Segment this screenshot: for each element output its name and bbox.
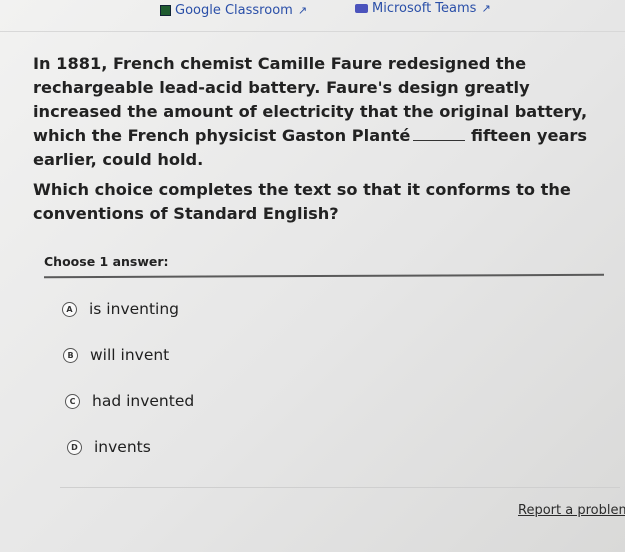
choice-d-letter: D [67, 439, 82, 455]
choice-a[interactable]: A is inventing [62, 300, 179, 318]
top-divider [0, 31, 625, 32]
choice-c-letter: C [65, 393, 80, 409]
choice-a-letter: A [62, 301, 77, 317]
choices-divider [43, 273, 605, 279]
choice-d[interactable]: D invents [67, 438, 151, 456]
bottom-divider [60, 487, 620, 488]
microsoft-teams-label: Microsoft Teams [372, 1, 477, 16]
choice-b-letter: B [63, 347, 78, 363]
top-links-bar: Google Classroom ↗ Microsoft Teams ↗ [0, 0, 625, 26]
choice-a-text: is inventing [89, 300, 180, 318]
google-classroom-icon [160, 5, 171, 16]
question-passage: In 1881, French chemist Camille Faure re… [33, 52, 618, 172]
choice-d-text: invents [94, 438, 151, 456]
answer-blank [413, 129, 466, 141]
google-classroom-label: Google Classroom [175, 3, 293, 18]
external-link-icon: ↗ [481, 2, 491, 15]
choose-label: Choose 1 answer: [44, 254, 169, 269]
report-problem-link[interactable]: Report a problem [518, 503, 625, 518]
choice-c-text: had invented [92, 392, 195, 410]
google-classroom-link[interactable]: Google Classroom ↗ [160, 3, 307, 18]
choice-b[interactable]: B will invent [63, 346, 169, 364]
external-link-icon: ↗ [297, 4, 308, 17]
microsoft-teams-link[interactable]: Microsoft Teams ↗ [355, 1, 491, 16]
choice-b-text: will invent [90, 346, 170, 364]
choice-c[interactable]: C had invented [65, 392, 194, 410]
question-prompt: Which choice completes the text so that … [33, 180, 571, 223]
microsoft-teams-icon [355, 4, 368, 13]
